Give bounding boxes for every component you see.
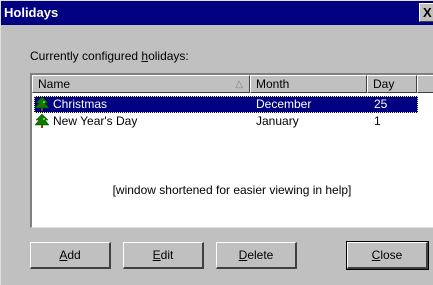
holiday-day: 1	[374, 114, 381, 128]
delete-button[interactable]: Delete	[216, 242, 297, 269]
edit-button-mnemonic: E	[152, 248, 161, 262]
title-bar[interactable]: Holidays X	[1, 1, 433, 25]
list-item-christmas[interactable]: Christmas December 25	[34, 96, 418, 113]
column-header-day-label: Day	[373, 77, 395, 91]
close-icon[interactable]: X	[419, 3, 433, 22]
sort-ascending-icon: △	[235, 79, 243, 90]
delete-button-mnemonic: D	[238, 248, 248, 262]
caption-text-post: olidays:	[148, 49, 189, 63]
window-title: Holidays	[4, 5, 59, 20]
column-header-filler	[417, 75, 433, 93]
add-button[interactable]: Add	[30, 242, 111, 269]
list-caption: Currently configured holidays:	[30, 49, 189, 63]
close-button[interactable]: Close	[346, 241, 429, 270]
column-header-month[interactable]: Month	[250, 75, 367, 93]
christmas-tree-icon	[34, 97, 50, 111]
column-header-month-label: Month	[256, 77, 290, 91]
edit-button[interactable]: Edit	[123, 242, 204, 269]
column-header-name-label: Name	[38, 77, 71, 91]
holiday-month: January	[256, 114, 299, 128]
edit-button-label: dit	[160, 248, 174, 262]
delete-button-label: elete	[247, 248, 274, 262]
christmas-tree-icon	[34, 114, 50, 128]
holiday-month: December	[256, 97, 312, 111]
close-button-label: lose	[380, 248, 403, 262]
holidays-dialog: Holidays X Currently configured holidays…	[0, 0, 433, 285]
help-note: [window shortened for easier viewing in …	[112, 183, 352, 197]
holiday-day: 25	[374, 97, 388, 111]
column-header-name[interactable]: Name △	[32, 75, 250, 93]
holidays-list[interactable]: Name △ Month Day Christmas December 25 N…	[30, 73, 433, 228]
column-header-day[interactable]: Day	[367, 75, 417, 93]
caption-text-pre: Currently configured	[30, 49, 142, 63]
list-item-new-years-day[interactable]: New Year's Day January 1	[34, 113, 418, 130]
holiday-name: Christmas	[53, 97, 108, 111]
holiday-name: New Year's Day	[53, 114, 138, 128]
add-button-label: dd	[67, 248, 81, 262]
